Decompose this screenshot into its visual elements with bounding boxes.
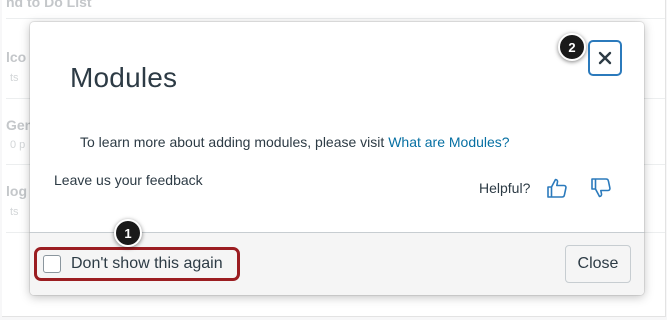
close-button[interactable]: Close: [565, 245, 631, 283]
background-row-title: nd to Do List: [6, 0, 92, 10]
thumbs-up-icon: [547, 178, 567, 198]
callout-badge-1: 1: [114, 219, 142, 247]
dialog-title: Modules: [70, 62, 178, 93]
background-row-sub: ts: [10, 206, 19, 218]
background-row-sub: 0 p: [10, 139, 26, 151]
background-row-sub: ts: [10, 72, 19, 84]
helpful-label: Helpful?: [479, 180, 531, 196]
close-icon: [598, 51, 612, 65]
what-are-modules-link[interactable]: What are Modules?: [388, 134, 509, 150]
thumbs-down-icon: [591, 178, 611, 198]
dont-show-again-checkbox[interactable]: [43, 255, 61, 273]
feedback-prompt: Leave us your feedback: [54, 172, 203, 188]
dont-show-again-highlight: Don't show this again: [34, 247, 240, 281]
info-text: To learn more about adding modules, plea…: [80, 134, 510, 150]
callout-badge-2: 2: [558, 33, 586, 61]
thumbs-down-button[interactable]: [589, 176, 613, 200]
modules-tutorial-dialog: Modules To learn more about adding modul…: [30, 22, 644, 295]
dont-show-again-label[interactable]: Don't show this again: [71, 255, 223, 273]
divider: [6, 18, 665, 19]
background-row-title: lco: [6, 49, 27, 65]
thumbs-up-button[interactable]: [545, 176, 569, 200]
background-row-title: log: [6, 183, 27, 199]
info-text-body: To learn more about adding modules, plea…: [80, 134, 389, 150]
close-dialog-button[interactable]: [588, 40, 622, 76]
